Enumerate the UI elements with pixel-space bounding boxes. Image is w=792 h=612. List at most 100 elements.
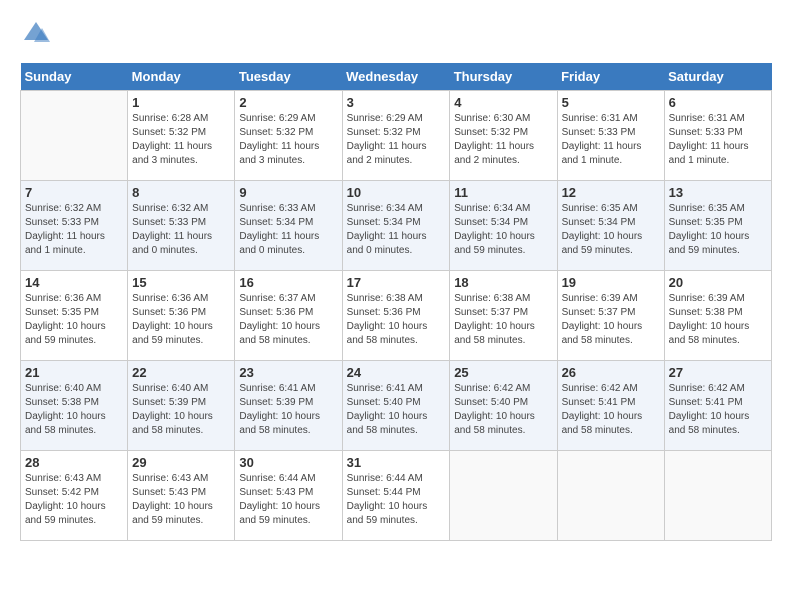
calendar-cell: 21Sunrise: 6:40 AM Sunset: 5:38 PM Dayli… (21, 361, 128, 451)
weekday-tuesday: Tuesday (235, 63, 342, 91)
calendar-cell: 10Sunrise: 6:34 AM Sunset: 5:34 PM Dayli… (342, 181, 450, 271)
day-info: Sunrise: 6:29 AM Sunset: 5:32 PM Dayligh… (347, 112, 446, 168)
calendar-cell: 5Sunrise: 6:31 AM Sunset: 5:33 PM Daylig… (557, 91, 664, 181)
calendar-cell: 18 Sunrise: 6:38 AM Sunset: 5:37 PM Dayli… (450, 271, 557, 361)
calendar-cell: 7 Sunrise: 6:32 AM Sunset: 5:33 PM Daylig… (21, 181, 128, 271)
logo (20, 20, 50, 53)
day-number: 3 (347, 95, 446, 110)
calendar-cell: 4 Sunrise: 6:30 AM Sunset: 5:32 PM Daylig… (450, 91, 557, 181)
calendar-cell: 30Sunrise: 6:44 AM Sunset: 5:43 PM Dayli… (235, 451, 342, 541)
day-number: 18 (454, 275, 552, 290)
day-info: Sunrise: 6:34 AM Sunset: 5:34 PM Dayligh… (454, 202, 552, 258)
day-number: 4 (454, 95, 552, 110)
day-info: Sunrise: 6:33 AM Sunset: 5:34 PM Dayligh… (239, 202, 337, 258)
day-number: 26 (562, 365, 660, 380)
day-number: 17 (347, 275, 446, 290)
calendar-cell (664, 451, 771, 541)
day-number: 16 (239, 275, 337, 290)
calendar-cell: 19 Sunrise: 6:39 AM Sunset: 5:37 PM Dayli… (557, 271, 664, 361)
day-number: 27 (669, 365, 767, 380)
weekday-wednesday: Wednesday (342, 63, 450, 91)
weekday-saturday: Saturday (664, 63, 771, 91)
day-number: 25 (454, 365, 552, 380)
calendar-cell (557, 451, 664, 541)
calendar-cell: 26 Sunrise: 6:42 AM Sunset: 5:41 PM Dayli… (557, 361, 664, 451)
day-number: 10 (347, 185, 446, 200)
day-info: Sunrise: 6:30 AM Sunset: 5:32 PM Dayligh… (454, 112, 552, 168)
calendar-week-4: 21Sunrise: 6:40 AM Sunset: 5:38 PM Dayli… (21, 361, 772, 451)
day-info: Sunrise: 6:44 AM Sunset: 5:44 PM Dayligh… (347, 472, 446, 528)
day-number: 30 (239, 455, 337, 470)
calendar-week-2: 7 Sunrise: 6:32 AM Sunset: 5:33 PM Daylig… (21, 181, 772, 271)
day-number: 5 (562, 95, 660, 110)
day-info: Sunrise: 6:32 AM Sunset: 5:33 PM Dayligh… (25, 202, 123, 258)
day-number: 14 (25, 275, 123, 290)
day-info: Sunrise: 6:35 AM Sunset: 5:34 PM Dayligh… (562, 202, 660, 258)
day-info: Sunrise: 6:41 AM Sunset: 5:39 PM Dayligh… (239, 382, 337, 438)
day-info: Sunrise: 6:36 AM Sunset: 5:35 PM Dayligh… (25, 292, 123, 348)
calendar-cell: 23 Sunrise: 6:41 AM Sunset: 5:39 PM Dayli… (235, 361, 342, 451)
day-number: 19 (562, 275, 660, 290)
day-info: Sunrise: 6:39 AM Sunset: 5:37 PM Dayligh… (562, 292, 660, 348)
calendar-cell: 1 Sunrise: 6:28 AM Sunset: 5:32 PM Daylig… (128, 91, 235, 181)
day-info: Sunrise: 6:35 AM Sunset: 5:35 PM Dayligh… (669, 202, 767, 258)
day-number: 7 (25, 185, 123, 200)
calendar-week-5: 28 Sunrise: 6:43 AM Sunset: 5:42 PM Dayli… (21, 451, 772, 541)
day-number: 6 (669, 95, 767, 110)
day-info: Sunrise: 6:40 AM Sunset: 5:39 PM Dayligh… (132, 382, 230, 438)
calendar-cell: 24Sunrise: 6:41 AM Sunset: 5:40 PM Dayli… (342, 361, 450, 451)
day-number: 12 (562, 185, 660, 200)
calendar-cell: 15 Sunrise: 6:36 AM Sunset: 5:36 PM Dayli… (128, 271, 235, 361)
calendar-cell: 8 Sunrise: 6:32 AM Sunset: 5:33 PM Daylig… (128, 181, 235, 271)
day-info: Sunrise: 6:43 AM Sunset: 5:43 PM Dayligh… (132, 472, 230, 528)
day-info: Sunrise: 6:39 AM Sunset: 5:38 PM Dayligh… (669, 292, 767, 348)
day-info: Sunrise: 6:37 AM Sunset: 5:36 PM Dayligh… (239, 292, 337, 348)
calendar-cell: 27Sunrise: 6:42 AM Sunset: 5:41 PM Dayli… (664, 361, 771, 451)
day-number: 29 (132, 455, 230, 470)
calendar-cell: 29 Sunrise: 6:43 AM Sunset: 5:43 PM Dayli… (128, 451, 235, 541)
calendar-cell: 20 Sunrise: 6:39 AM Sunset: 5:38 PM Dayli… (664, 271, 771, 361)
day-info: Sunrise: 6:32 AM Sunset: 5:33 PM Dayligh… (132, 202, 230, 258)
calendar-week-3: 14 Sunrise: 6:36 AM Sunset: 5:35 PM Dayli… (21, 271, 772, 361)
logo-icon (22, 20, 50, 48)
day-number: 2 (239, 95, 337, 110)
day-info: Sunrise: 6:31 AM Sunset: 5:33 PM Dayligh… (669, 112, 767, 168)
day-number: 28 (25, 455, 123, 470)
calendar-cell: 2 Sunrise: 6:29 AM Sunset: 5:32 PM Daylig… (235, 91, 342, 181)
calendar-cell: 28 Sunrise: 6:43 AM Sunset: 5:42 PM Dayli… (21, 451, 128, 541)
calendar-cell: 31 Sunrise: 6:44 AM Sunset: 5:44 PM Dayli… (342, 451, 450, 541)
day-number: 13 (669, 185, 767, 200)
day-info: Sunrise: 6:43 AM Sunset: 5:42 PM Dayligh… (25, 472, 123, 528)
day-number: 23 (239, 365, 337, 380)
weekday-sunday: Sunday (21, 63, 128, 91)
day-number: 20 (669, 275, 767, 290)
day-number: 1 (132, 95, 230, 110)
day-number: 9 (239, 185, 337, 200)
calendar-cell: 6 Sunrise: 6:31 AM Sunset: 5:33 PM Daylig… (664, 91, 771, 181)
day-info: Sunrise: 6:41 AM Sunset: 5:40 PM Dayligh… (347, 382, 446, 438)
calendar-cell: 3 Sunrise: 6:29 AM Sunset: 5:32 PM Daylig… (342, 91, 450, 181)
day-number: 22 (132, 365, 230, 380)
calendar-table: SundayMondayTuesdayWednesdayThursdayFrid… (20, 63, 772, 541)
calendar-week-1: 1 Sunrise: 6:28 AM Sunset: 5:32 PM Daylig… (21, 91, 772, 181)
day-info: Sunrise: 6:36 AM Sunset: 5:36 PM Dayligh… (132, 292, 230, 348)
weekday-header-row: SundayMondayTuesdayWednesdayThursdayFrid… (21, 63, 772, 91)
calendar-cell: 14 Sunrise: 6:36 AM Sunset: 5:35 PM Dayli… (21, 271, 128, 361)
day-number: 31 (347, 455, 446, 470)
calendar-cell: 22 Sunrise: 6:40 AM Sunset: 5:39 PM Dayli… (128, 361, 235, 451)
day-info: Sunrise: 6:40 AM Sunset: 5:38 PM Dayligh… (25, 382, 123, 438)
calendar-cell: 13 Sunrise: 6:35 AM Sunset: 5:35 PM Dayli… (664, 181, 771, 271)
weekday-monday: Monday (128, 63, 235, 91)
calendar-cell (21, 91, 128, 181)
weekday-friday: Friday (557, 63, 664, 91)
day-info: Sunrise: 6:38 AM Sunset: 5:36 PM Dayligh… (347, 292, 446, 348)
calendar-body: 1 Sunrise: 6:28 AM Sunset: 5:32 PM Daylig… (21, 91, 772, 541)
day-number: 15 (132, 275, 230, 290)
day-info: Sunrise: 6:28 AM Sunset: 5:32 PM Dayligh… (132, 112, 230, 168)
day-number: 11 (454, 185, 552, 200)
day-number: 8 (132, 185, 230, 200)
calendar-cell: 12 Sunrise: 6:35 AM Sunset: 5:34 PM Dayli… (557, 181, 664, 271)
day-info: Sunrise: 6:29 AM Sunset: 5:32 PM Dayligh… (239, 112, 337, 168)
day-info: Sunrise: 6:38 AM Sunset: 5:37 PM Dayligh… (454, 292, 552, 348)
day-info: Sunrise: 6:42 AM Sunset: 5:41 PM Dayligh… (562, 382, 660, 438)
